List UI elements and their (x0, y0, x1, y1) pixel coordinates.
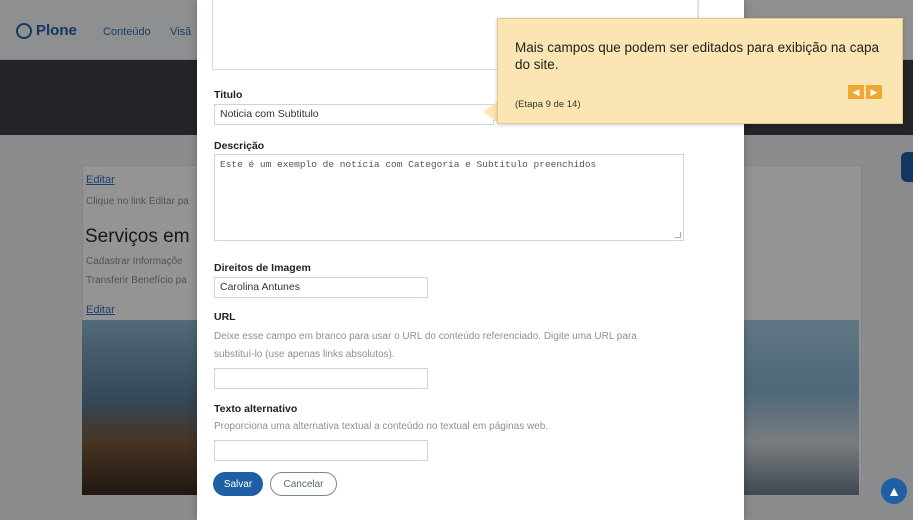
chevron-up-icon: ▲ (887, 483, 901, 499)
save-button[interactable]: Salvar (213, 472, 263, 496)
alt-text-help: Proporciona uma alternativa textual a co… (214, 421, 549, 432)
alt-text-label: Texto alternativo (214, 403, 298, 415)
description-label: Descrição (214, 140, 265, 152)
resize-handle-icon[interactable] (675, 232, 681, 238)
scroll-top-button[interactable]: ▲ (881, 478, 907, 504)
tour-tooltip: Mais campos que podem ser editados para … (497, 18, 903, 124)
tooltip-step: (Etapa 9 de 14) (515, 99, 581, 110)
tooltip-nav: ◀ ▶ (848, 85, 882, 99)
url-help-text: Deixe esse campo em branco para usar o U… (214, 331, 637, 342)
tooltip-arrow (483, 102, 497, 122)
chevron-right-icon: ▶ (870, 86, 878, 97)
chevron-left-icon: ◀ (852, 86, 860, 97)
image-rights-input[interactable]: Carolina Antunes (214, 277, 428, 298)
url-label: URL (214, 311, 236, 323)
next-step-button[interactable]: ▶ (866, 85, 882, 99)
title-label: Titulo (214, 89, 243, 101)
url-input[interactable] (214, 368, 428, 389)
title-input[interactable]: Noticia com Subtitulo (214, 104, 494, 125)
description-text: Este é um exemplo de notícia com Categor… (220, 159, 597, 170)
description-textarea[interactable]: Este é um exemplo de notícia com Categor… (214, 154, 684, 241)
image-rights-label: Direitos de Imagem (214, 262, 311, 274)
alt-text-input[interactable] (214, 440, 428, 461)
url-help-text: substituí-lo (use apenas links absolutos… (214, 349, 395, 360)
cancel-button[interactable]: Cancelar (270, 472, 337, 496)
tooltip-text: Mais campos que podem ser editados para … (515, 40, 879, 72)
prev-step-button[interactable]: ◀ (848, 85, 864, 99)
